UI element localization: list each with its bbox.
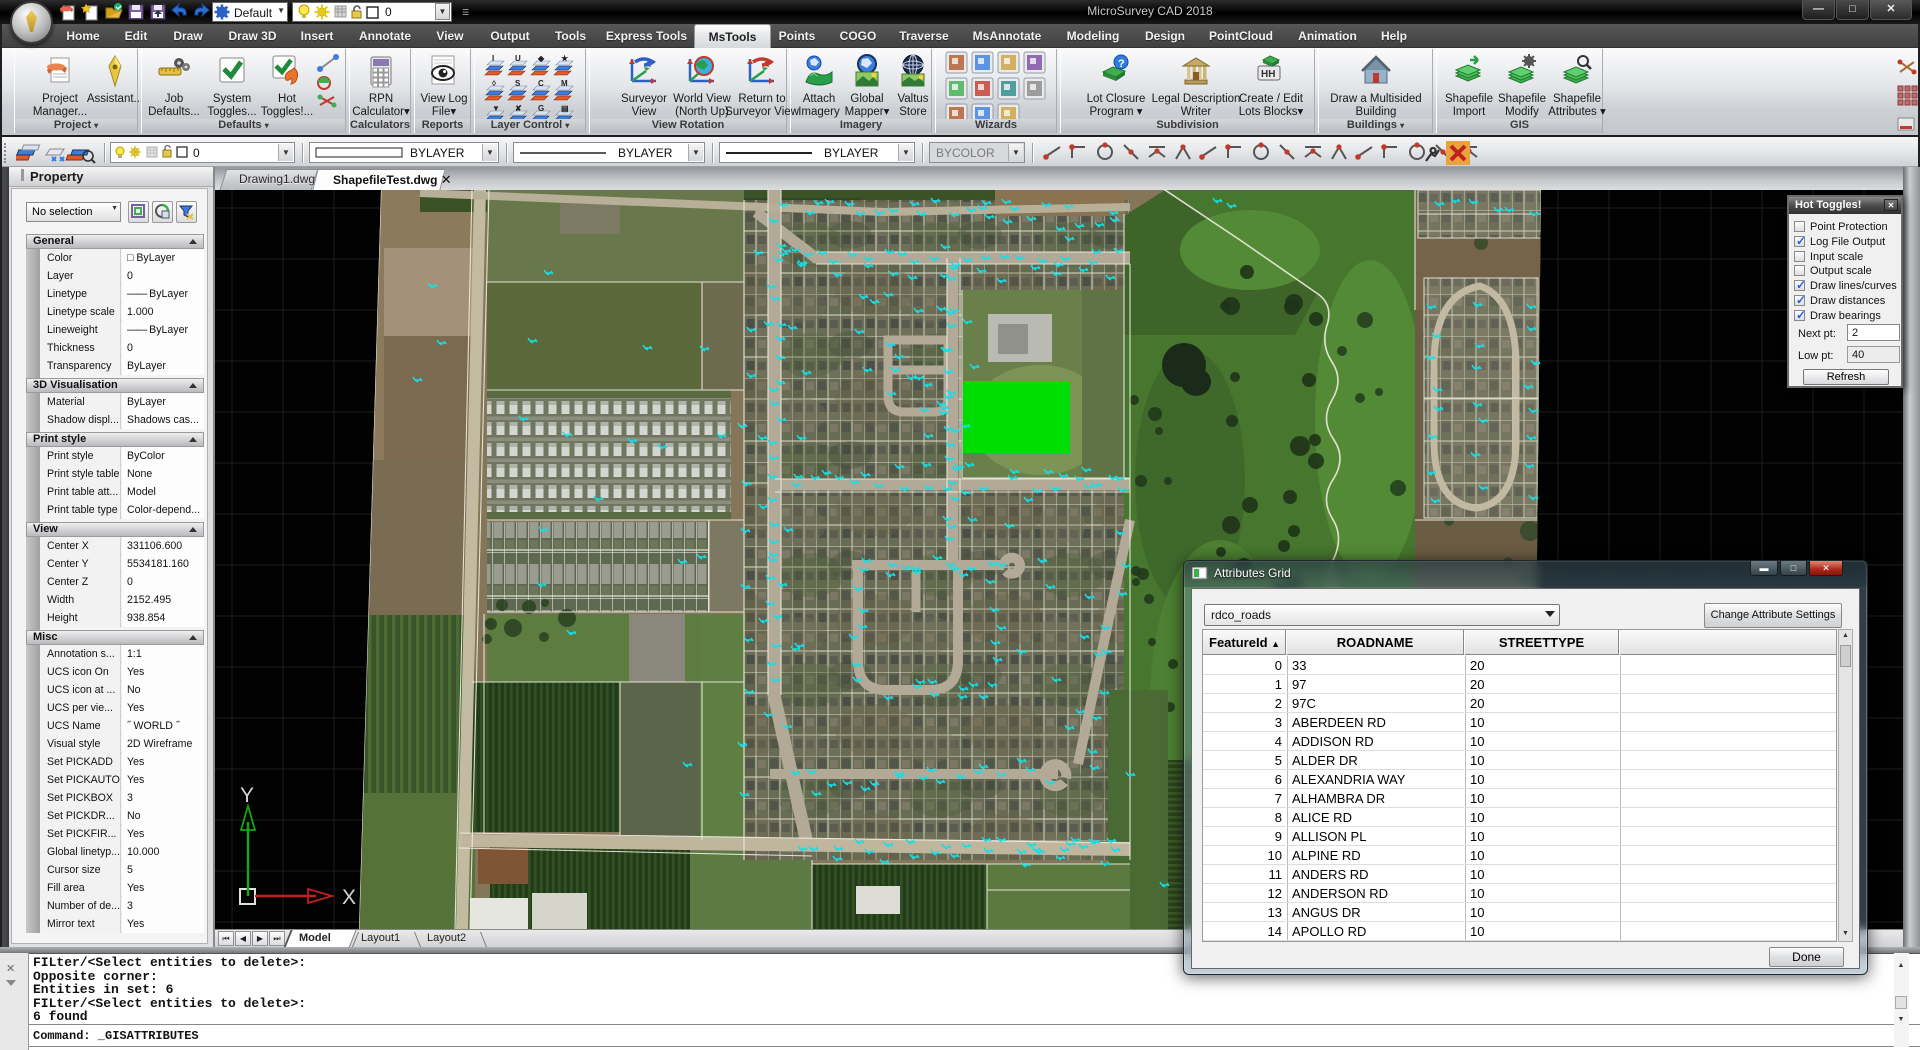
svg-text:0: 0	[385, 5, 392, 19]
svg-text:▤: ▤	[561, 104, 569, 113]
svg-text:G: G	[538, 104, 544, 113]
svg-text:HH: HH	[1261, 69, 1275, 80]
svg-text:◊: ◊	[492, 79, 496, 88]
svg-text:◆: ◆	[537, 54, 545, 63]
svg-text:I: I	[492, 54, 494, 63]
svg-text:U: U	[515, 54, 521, 63]
svg-text:S: S	[515, 79, 521, 88]
svg-text:✘: ✘	[515, 104, 522, 113]
svg-text:M: M	[561, 79, 568, 88]
svg-text:?: ?	[1118, 58, 1125, 70]
svg-text:Y: Y	[240, 784, 254, 807]
svg-text:★: ★	[561, 54, 569, 63]
svg-text:▼: ▼	[492, 104, 500, 113]
svg-text:X: X	[342, 886, 356, 909]
svg-text:C: C	[538, 79, 544, 88]
